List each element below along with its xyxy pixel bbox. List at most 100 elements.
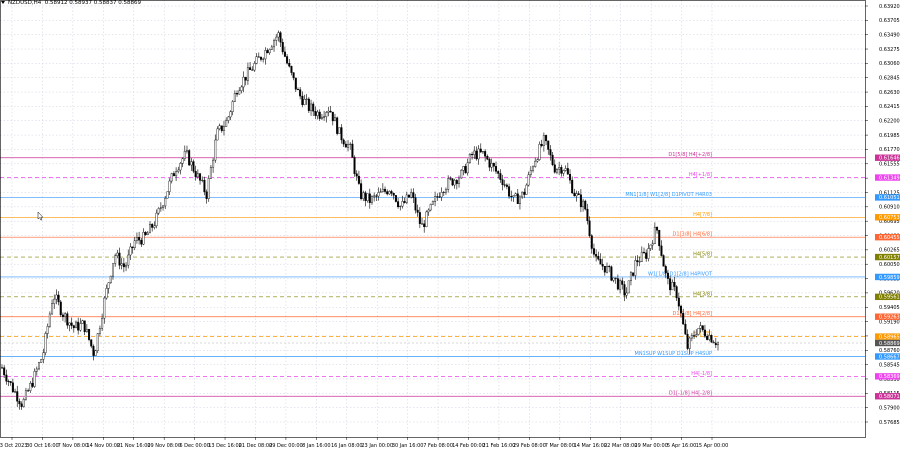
candle-body	[216, 128, 219, 141]
time-tick-label: 7 Mar 08:00	[545, 443, 575, 449]
candle-body	[140, 239, 143, 245]
candle-body	[151, 223, 154, 228]
candle-body	[85, 329, 88, 333]
candle-body	[203, 179, 206, 193]
candle-body	[114, 255, 117, 264]
level-label: MN1SUP W1SUP D1SUP H4SUP	[635, 351, 713, 357]
candle-body	[475, 150, 478, 160]
candle-body	[262, 58, 265, 60]
candle-body	[314, 111, 317, 116]
candle-body	[236, 93, 239, 95]
candle-body	[301, 95, 304, 105]
candle-body	[29, 382, 32, 392]
level-label: D1[1/8] H4[2/8]	[673, 311, 713, 317]
candle-body	[299, 89, 302, 97]
candle-body	[46, 326, 49, 334]
candle-body	[403, 201, 406, 203]
level-price-tag-text: 0.58369	[879, 374, 900, 380]
collapse-triangle-icon[interactable]	[1, 1, 5, 4]
candle-body	[651, 243, 654, 246]
candle-body	[377, 192, 380, 197]
candle-body	[118, 252, 121, 266]
candle-body	[392, 192, 395, 196]
price-chart[interactable]: D1[5/8] H4[+2/8] H4[+1/8] MN1[1/8] W1[2/8]…	[0, 0, 900, 468]
candle-body	[418, 212, 421, 224]
candle-body	[388, 191, 391, 195]
time-tick-label: 15 Apr 00:00	[696, 443, 729, 449]
candle-body	[627, 280, 630, 294]
candle-body	[264, 50, 267, 60]
candle-body	[273, 40, 276, 48]
candle-body	[373, 195, 376, 197]
candle-body	[7, 381, 10, 383]
time-tick-label: 21 Feb 16:00	[483, 443, 516, 449]
candle-body	[35, 368, 38, 372]
candle-body	[656, 226, 659, 231]
candle-body	[305, 98, 308, 100]
candle-body	[192, 161, 195, 172]
candle-body	[545, 135, 548, 142]
candle-body	[344, 143, 347, 148]
price-tick-label: 0.63060	[879, 61, 900, 67]
candle-body	[601, 263, 604, 267]
candle-body	[384, 188, 387, 192]
candle-body	[194, 171, 197, 178]
candle-body	[523, 191, 526, 195]
candle-body	[42, 352, 45, 360]
candle-body	[664, 266, 667, 274]
candle-body	[294, 77, 297, 90]
candle-body	[190, 161, 193, 166]
price-tick-label: 0.62845	[879, 76, 900, 82]
candle-body	[207, 178, 210, 199]
candle-body	[660, 245, 663, 256]
candle-body	[370, 196, 373, 203]
candle-body	[640, 251, 643, 262]
candle-body	[569, 174, 572, 181]
time-tick-label: 8 Jan 16:00	[302, 443, 330, 449]
time-tick-label: 14 Mar 16:00	[574, 443, 607, 449]
candle-body	[116, 252, 119, 256]
level-label: W1[1/8] D1[2/8] H4PIVOT	[648, 271, 713, 277]
level-label: H4[+1/8]	[689, 172, 712, 178]
candle-body	[244, 76, 247, 81]
candle-body	[238, 90, 241, 95]
candlestick-series	[1, 30, 720, 410]
candle-body	[653, 226, 656, 244]
candle-body	[51, 303, 54, 315]
candle-body	[547, 140, 550, 150]
candle-body	[534, 160, 537, 168]
time-tick-label: 6 Dec 00:00	[179, 443, 209, 449]
candle-body	[479, 148, 482, 153]
candle-body	[410, 192, 413, 198]
candle-body	[72, 325, 75, 329]
candle-body	[501, 179, 504, 185]
candle-body	[460, 170, 463, 179]
candle-body	[279, 32, 282, 43]
candle-body	[303, 99, 306, 105]
candle-body	[595, 254, 598, 257]
candle-body	[253, 63, 256, 71]
candle-body	[553, 164, 556, 173]
candle-body	[127, 254, 130, 266]
candle-body	[612, 277, 615, 281]
candle-body	[231, 101, 234, 112]
candle-body	[266, 50, 269, 54]
candle-body	[320, 116, 323, 119]
time-tick-label: 30 Jan 16:00	[392, 443, 424, 449]
candle-body	[103, 297, 106, 319]
candle-body	[122, 263, 125, 268]
candle-body	[105, 288, 108, 299]
level-price-tag-text: 0.58667	[879, 354, 900, 360]
price-tick-label: 0.58760	[879, 348, 900, 354]
level-price-tag-text: 0.61646	[879, 156, 900, 162]
price-tick-label: 0.62415	[879, 104, 900, 110]
current-price-tag-text: 0.58869	[879, 341, 900, 347]
candle-body	[575, 193, 578, 197]
candle-body	[453, 180, 456, 186]
candle-body	[680, 305, 683, 314]
price-tick-label: 0.61770	[879, 147, 900, 153]
candle-body	[645, 252, 648, 259]
candle-body	[462, 166, 465, 171]
candle-body	[619, 280, 622, 290]
candle-body	[414, 197, 417, 211]
